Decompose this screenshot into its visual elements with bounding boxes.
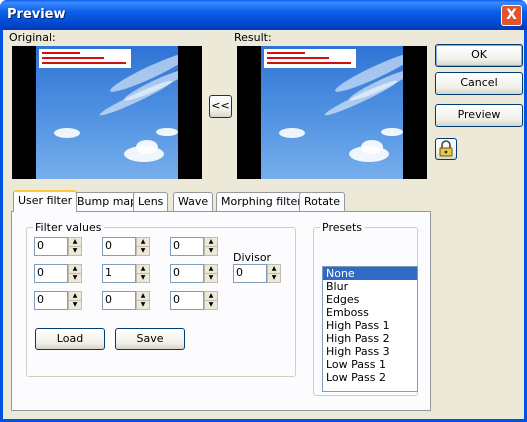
result-label: Result: bbox=[234, 31, 272, 44]
window-title: Preview bbox=[7, 7, 66, 22]
original-image bbox=[12, 46, 202, 179]
filter-values-title: Filter values bbox=[33, 221, 104, 234]
lock-button[interactable] bbox=[435, 138, 457, 160]
presets-list[interactable]: None Blur Edges Emboss High Pass 1 High … bbox=[322, 266, 418, 392]
filter-cell-r3c2[interactable]: 0 ▲ ▼ bbox=[102, 291, 150, 310]
preset-item[interactable]: High Pass 2 bbox=[323, 332, 417, 345]
filter-cell-r2c2[interactable]: 1 ▲ ▼ bbox=[102, 264, 150, 283]
spin-down-icon[interactable]: ▼ bbox=[68, 273, 82, 283]
spin-down-icon[interactable]: ▼ bbox=[204, 300, 218, 310]
spin-down-icon[interactable]: ▼ bbox=[136, 273, 150, 283]
spin-down-icon[interactable]: ▼ bbox=[204, 273, 218, 283]
spin-down-icon[interactable]: ▼ bbox=[68, 246, 82, 256]
filter-cell-r1c1[interactable]: 0 ▲ ▼ bbox=[34, 237, 82, 256]
filter-cell-r3c3[interactable]: 0 ▲ ▼ bbox=[170, 291, 218, 310]
filter-cell-r3c1[interactable]: 0 ▲ ▼ bbox=[34, 291, 82, 310]
tab-wave[interactable]: Wave bbox=[173, 192, 214, 211]
copy-result-button[interactable]: << bbox=[209, 95, 232, 118]
spin-down-icon[interactable]: ▼ bbox=[136, 300, 150, 310]
filter-cell-r2c3[interactable]: 0 ▲ ▼ bbox=[170, 264, 218, 283]
ok-button[interactable]: OK bbox=[435, 44, 523, 67]
spin-down-icon[interactable]: ▼ bbox=[136, 246, 150, 256]
save-button[interactable]: Save bbox=[115, 328, 185, 350]
cancel-button[interactable]: Cancel bbox=[435, 72, 523, 95]
presets-title: Presets bbox=[320, 221, 365, 234]
title-bar[interactable]: Preview X bbox=[0, 0, 527, 30]
preset-item[interactable]: Emboss bbox=[323, 306, 417, 319]
tab-user-filter[interactable]: User filter bbox=[13, 190, 78, 212]
load-button[interactable]: Load bbox=[35, 328, 105, 350]
spin-down-icon[interactable]: ▼ bbox=[204, 246, 218, 256]
preset-item[interactable]: Edges bbox=[323, 293, 417, 306]
lock-icon bbox=[439, 140, 453, 157]
divisor-stepper[interactable]: 0 ▲ ▼ bbox=[233, 264, 281, 283]
result-image bbox=[237, 46, 427, 179]
preset-item[interactable]: Low Pass 1 bbox=[323, 358, 417, 371]
filter-cell-r1c3[interactable]: 0 ▲ ▼ bbox=[170, 237, 218, 256]
tab-rotate[interactable]: Rotate bbox=[299, 192, 346, 211]
preset-item[interactable]: High Pass 3 bbox=[323, 345, 417, 358]
preset-item[interactable]: None bbox=[323, 267, 417, 280]
dialog-body: Original: Result: << OK Cancel Preview U… bbox=[3, 30, 524, 419]
preset-item[interactable]: High Pass 1 bbox=[323, 319, 417, 332]
tab-bump-map[interactable]: Bump map bbox=[72, 192, 143, 211]
spin-down-icon[interactable]: ▼ bbox=[68, 300, 82, 310]
tab-lens[interactable]: Lens bbox=[133, 192, 169, 211]
preset-item[interactable]: Blur bbox=[323, 280, 417, 293]
preview-button[interactable]: Preview bbox=[435, 104, 523, 127]
close-button[interactable]: X bbox=[501, 5, 522, 26]
original-label: Original: bbox=[9, 31, 56, 44]
preset-item[interactable]: Low Pass 2 bbox=[323, 371, 417, 384]
divisor-label: Divisor bbox=[233, 251, 272, 264]
filter-cell-r1c2[interactable]: 0 ▲ ▼ bbox=[102, 237, 150, 256]
filter-cell-r2c1[interactable]: 0 ▲ ▼ bbox=[34, 264, 82, 283]
spin-down-icon[interactable]: ▼ bbox=[267, 273, 281, 283]
preview-window: Preview X Original: Result: << OK Cancel… bbox=[0, 0, 527, 422]
